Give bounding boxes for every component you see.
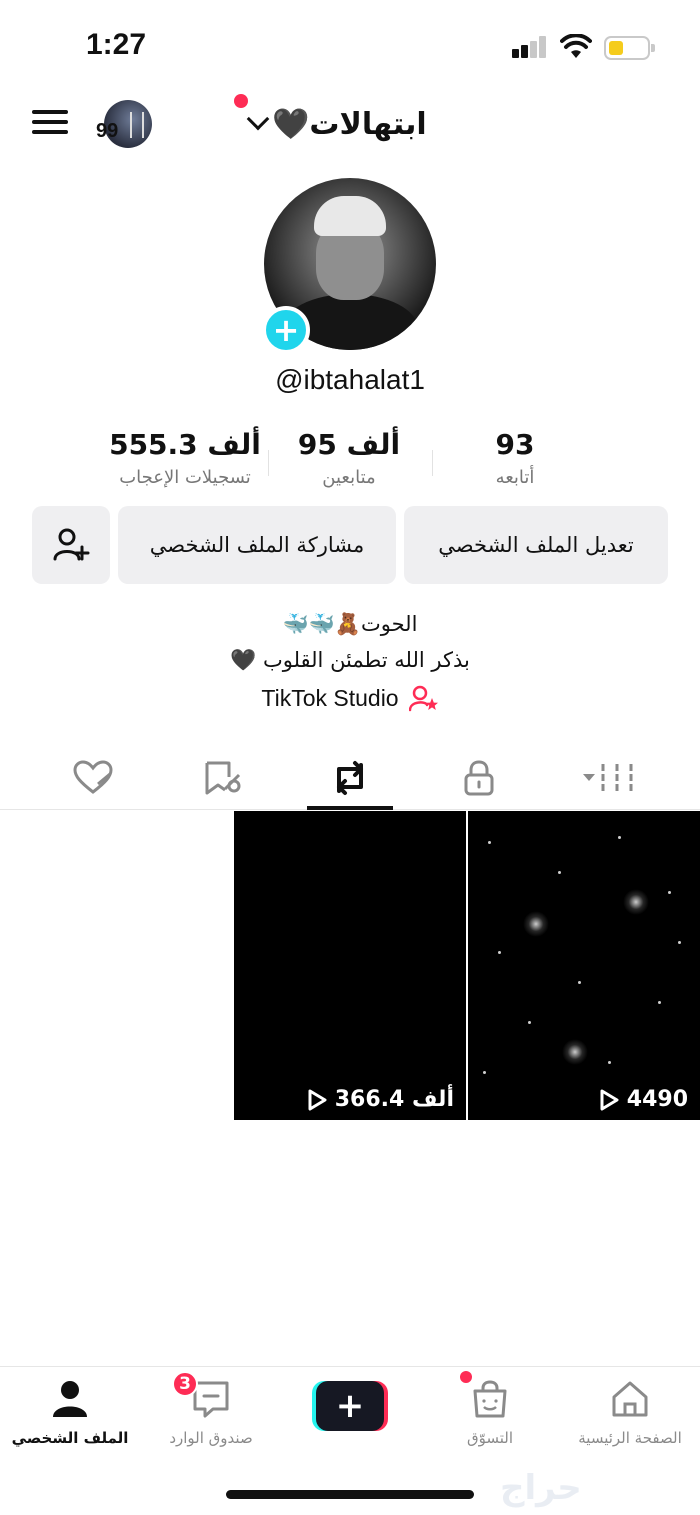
wifi-icon: [560, 34, 592, 58]
username: ابتهالات🖤: [272, 106, 427, 142]
nav-label: الصفحة الرئيسية: [578, 1429, 682, 1447]
stat-followers[interactable]: 95 ألف متابعين: [264, 428, 434, 488]
view-count-value: 4490: [626, 1087, 688, 1112]
profile-handle: @ibtahalat1: [275, 364, 425, 395]
share-profile-button[interactable]: مشاركة الملف الشخصي: [118, 506, 396, 584]
top-nav: 99 ابتهالات🖤: [0, 90, 700, 160]
favorites-icon: [205, 761, 241, 795]
create-button[interactable]: +: [312, 1381, 388, 1431]
chevron-down-icon: [246, 107, 270, 131]
tab-private[interactable]: [434, 750, 524, 806]
profile-actions: مشاركة الملف الشخصي تعديل الملف الشخصي: [0, 506, 700, 586]
nav-home[interactable]: الصفحة الرئيسية: [565, 1379, 695, 1459]
nav-label: الملف الشخصي: [11, 1429, 129, 1447]
nav-inbox[interactable]: صندوق الوارد: [146, 1379, 276, 1459]
view-count: 4490: [599, 1087, 688, 1112]
play-icon: [600, 1089, 619, 1110]
tab-liked[interactable]: [48, 750, 138, 806]
account-switcher[interactable]: ابتهالات🖤: [246, 104, 427, 144]
nav-profile[interactable]: الملف الشخصي: [5, 1379, 135, 1459]
add-friend-button[interactable]: [32, 506, 110, 584]
home-indicator[interactable]: [226, 1490, 474, 1499]
nav-label: صندوق الوارد: [169, 1429, 253, 1447]
stat-label: تسجيلات الإعجاب: [119, 467, 251, 488]
bio: الحوت🧸🐳🐳 بذكر الله تطمئن القلوب 🖤: [0, 606, 700, 678]
edit-profile-button[interactable]: تعديل الملف الشخصي: [404, 506, 668, 584]
stat-value: 93: [495, 428, 535, 461]
watermark: حراج: [500, 1468, 582, 1508]
shop-icon: [473, 1380, 507, 1418]
active-tab-indicator: [307, 806, 393, 810]
studio-label: TikTok Studio: [261, 684, 399, 711]
avatar-badge: 99: [96, 120, 119, 142]
create-plus: +: [316, 1381, 384, 1431]
view-count-value: 366.4 ألف: [334, 1087, 454, 1112]
content-tabs: [0, 740, 700, 810]
lock-icon: [464, 760, 494, 796]
profile-icon: [53, 1381, 87, 1417]
tiktok-studio-link[interactable]: TikTok Studio: [0, 684, 700, 712]
tab-favorites[interactable]: [178, 750, 268, 806]
stat-value: 555.3 ألف: [109, 428, 261, 461]
menu-icon[interactable]: [32, 108, 68, 136]
status-bar: 1:27: [0, 0, 700, 90]
signal-icon: [512, 36, 548, 58]
status-time: 1:27: [86, 28, 147, 61]
tab-videos[interactable]: [562, 750, 652, 806]
stat-following[interactable]: 93 أتابعه: [430, 428, 600, 488]
nav-label: التسوّق: [466, 1429, 514, 1447]
bio-line: بذكر الله تطمئن القلوب 🖤: [230, 648, 470, 672]
repost-icon: [337, 761, 363, 795]
stat-label: أتابعه: [495, 467, 535, 488]
stats-row: 555.3 ألف تسجيلات الإعجاب 95 ألف متابعين…: [0, 428, 700, 498]
bio-line: الحوت🧸🐳🐳: [282, 612, 418, 636]
grid-icon: [583, 764, 633, 792]
notification-dot: [234, 94, 248, 108]
tab-reposts[interactable]: [305, 750, 395, 806]
liked-icon: [73, 760, 113, 794]
stat-value: 95 ألف: [297, 428, 401, 461]
nav-shop[interactable]: التسوّق: [425, 1379, 555, 1459]
home-icon: [612, 1381, 648, 1417]
video-thumbnail[interactable]: 4490: [468, 811, 700, 1120]
add-friend-icon: [53, 528, 90, 561]
video-grid: 4490 366.4 ألف: [0, 811, 700, 1121]
view-count: 366.4 ألف: [307, 1087, 454, 1112]
bottom-nav: الصفحة الرئيسية التسوّق + صندوق الوارد 3…: [0, 1366, 700, 1466]
shop-notification-dot: [460, 1371, 472, 1383]
video-thumbnail[interactable]: 366.4 ألف: [234, 811, 466, 1120]
stat-label: متابعين: [322, 467, 376, 488]
studio-icon: [408, 685, 438, 712]
inbox-badge: 3: [172, 1371, 198, 1397]
stat-likes[interactable]: 555.3 ألف تسجيلات الإعجاب: [100, 428, 270, 488]
add-avatar-button[interactable]: +: [262, 306, 310, 354]
battery-icon: [604, 36, 655, 60]
play-icon: [308, 1089, 327, 1110]
